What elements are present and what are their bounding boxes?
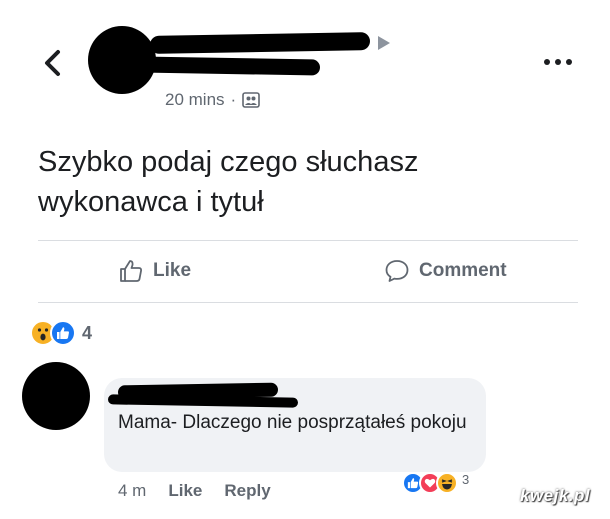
more-dots-icon xyxy=(544,59,572,65)
meta-separator: · xyxy=(230,90,237,109)
back-button[interactable] xyxy=(38,46,68,80)
comment-button[interactable]: Comment xyxy=(384,258,507,284)
post-text-line-1: Szybko podaj czego słuchasz xyxy=(38,146,419,178)
comment-meta: 4 m Like Reply xyxy=(118,481,271,501)
like-reaction-icon xyxy=(50,320,76,346)
post-text: Szybko podaj czego słuchasz wykonawca i … xyxy=(38,142,578,222)
divider-top xyxy=(38,240,578,241)
comment-reactions-count: 3 xyxy=(462,471,470,487)
comment-text: Mama- Dlaczego nie posprzątałeś pokoju xyxy=(118,412,467,433)
reactions-summary[interactable]: 4 xyxy=(30,320,92,346)
like-button[interactable]: Like xyxy=(118,258,191,284)
comment-label: Comment xyxy=(419,260,507,281)
chevron-left-icon xyxy=(45,50,60,76)
comment-time: 4 m xyxy=(118,481,147,500)
author-name-redacted-2 xyxy=(139,56,321,76)
author-name-redacted[interactable] xyxy=(149,32,371,54)
divider-bottom xyxy=(38,302,578,303)
post-meta: 20 mins · xyxy=(165,90,261,110)
comment-bubble-icon xyxy=(385,260,409,282)
haha-reaction-icon xyxy=(436,472,458,494)
comment-reply-button[interactable]: Reply xyxy=(224,481,270,501)
post-text-line-2: wykonawca i tytuł xyxy=(38,186,264,218)
reactions-count: 4 xyxy=(82,322,93,343)
commenter-avatar-redacted[interactable] xyxy=(22,362,90,430)
watermark-logo: kwejk.pl xyxy=(520,486,591,505)
like-label: Like xyxy=(153,260,192,281)
post-timestamp[interactable]: 20 mins xyxy=(165,90,225,110)
comment-reactions[interactable]: 3 xyxy=(402,472,469,494)
friends-icon xyxy=(242,92,261,108)
thumbs-up-icon xyxy=(120,260,142,282)
more-options-button[interactable] xyxy=(540,52,576,72)
comment-like-button[interactable]: Like xyxy=(168,481,202,501)
play-arrow-icon xyxy=(378,36,390,50)
